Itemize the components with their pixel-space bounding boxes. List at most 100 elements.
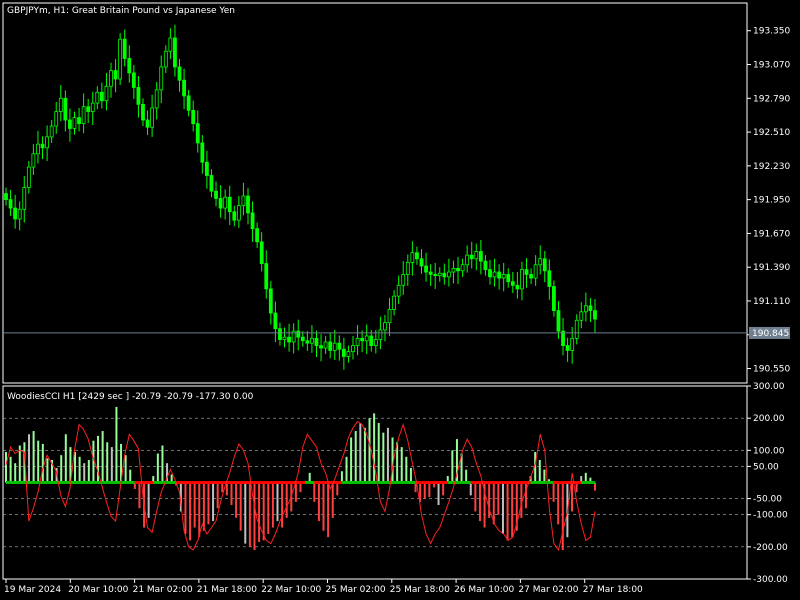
cci-bar	[207, 482, 210, 525]
candle-body	[524, 269, 529, 275]
cci-bar	[32, 431, 35, 483]
cci-bar	[64, 434, 67, 483]
candle-body	[446, 271, 451, 278]
candle-body	[145, 119, 150, 128]
candle-body	[415, 252, 419, 260]
cci-bar	[363, 427, 366, 483]
candle-body	[314, 337, 319, 347]
candle-body	[474, 251, 479, 260]
trading-chart[interactable]: GBPJPYm, H1: Great Britain Pound vs Japa…	[0, 0, 800, 600]
cci-bar	[354, 431, 357, 483]
price-tick-label: 191.670	[753, 229, 790, 239]
candle-body	[163, 50, 168, 68]
candle-body	[346, 351, 351, 357]
cci-tick-label: 50.00	[753, 462, 779, 472]
candle-body	[323, 341, 328, 349]
cci-bar	[451, 450, 454, 483]
candle-body	[168, 37, 173, 52]
cci-bar	[409, 468, 412, 483]
candle-body	[465, 254, 470, 266]
cci-bar	[428, 482, 431, 497]
cci-bar	[469, 482, 472, 496]
time-tick-label: 21 Mar 02:00	[133, 585, 193, 595]
candle-body	[104, 85, 109, 102]
candle-body	[282, 336, 287, 340]
cci-bar	[124, 455, 127, 483]
cci-bar	[350, 437, 353, 483]
candle-body	[22, 187, 27, 210]
cci-bar	[524, 482, 527, 509]
time-tick-label: 21 Mar 18:00	[197, 585, 257, 595]
time-tick-label: 22 Mar 10:00	[261, 585, 321, 595]
candle-body	[456, 267, 460, 272]
cci-bar	[340, 471, 343, 483]
cci-bar	[423, 482, 426, 499]
candle-body	[565, 345, 570, 351]
cci-bar	[538, 459, 541, 483]
price-tick-label: 191.110	[753, 297, 790, 307]
candle-body	[542, 258, 547, 272]
candle-body	[150, 107, 155, 128]
cci-bar	[230, 482, 233, 506]
candle-body	[552, 286, 556, 312]
candle-body	[405, 261, 410, 275]
candle-body	[45, 136, 49, 149]
cci-bar	[442, 482, 445, 496]
candle-body	[529, 274, 533, 279]
time-tick-label: 27 Mar 02:00	[518, 585, 578, 595]
cci-bar	[474, 482, 477, 512]
candle-body	[58, 97, 63, 112]
candle-body	[506, 274, 511, 283]
time-tick-label: 19 Mar 2024	[4, 585, 61, 595]
candle-body	[268, 288, 273, 314]
candle-body	[483, 260, 488, 271]
candle-body	[40, 143, 45, 149]
candle-body	[437, 272, 442, 277]
candle-body	[136, 87, 141, 105]
candle-body	[195, 123, 200, 144]
cci-bar	[74, 451, 77, 483]
candle-body	[255, 228, 260, 243]
candle-body	[127, 58, 132, 74]
cci-bar	[543, 469, 546, 483]
candle-body	[378, 329, 383, 340]
candle-body	[396, 284, 401, 297]
cci-bar	[400, 447, 403, 483]
cci-bar	[5, 451, 7, 483]
time-axis: 19 Mar 2024 20 Mar 10:00 21 Mar 02:00 21 Ma…	[4, 579, 643, 595]
candle-body	[154, 89, 159, 109]
candle-body	[310, 337, 314, 344]
candle-body	[588, 305, 593, 312]
candle-body	[36, 143, 40, 155]
candle-body	[122, 38, 127, 59]
price-tick-label: 192.230	[753, 162, 790, 172]
candle-body	[538, 258, 543, 266]
candle-body	[186, 95, 191, 111]
candle-body	[355, 337, 360, 347]
candle-body	[236, 205, 241, 221]
main-chart-panel[interactable]	[2, 2, 748, 384]
candle-body	[200, 142, 205, 163]
price-tick-label: 191.390	[753, 263, 790, 273]
cci-bar	[506, 482, 509, 541]
candle-body	[223, 196, 228, 209]
cci-bar	[106, 442, 109, 483]
candle-body	[214, 190, 218, 199]
candle-body	[95, 91, 100, 104]
candle-body	[264, 263, 269, 290]
cci-bar	[405, 456, 408, 483]
candle-body	[305, 340, 310, 344]
cci-bar	[110, 447, 113, 483]
cci-bar	[386, 427, 389, 483]
candle-body	[191, 109, 196, 125]
cci-bar	[359, 422, 362, 483]
cci-bar	[216, 482, 219, 509]
candle-body	[319, 345, 323, 349]
candle-body	[442, 272, 447, 278]
cci-bar	[437, 482, 440, 506]
cci-bar	[511, 482, 514, 538]
candle-body	[31, 153, 36, 168]
cci-bar	[9, 456, 12, 483]
candle-body	[287, 336, 291, 343]
time-tick-label: 25 Mar 02:00	[326, 585, 386, 595]
